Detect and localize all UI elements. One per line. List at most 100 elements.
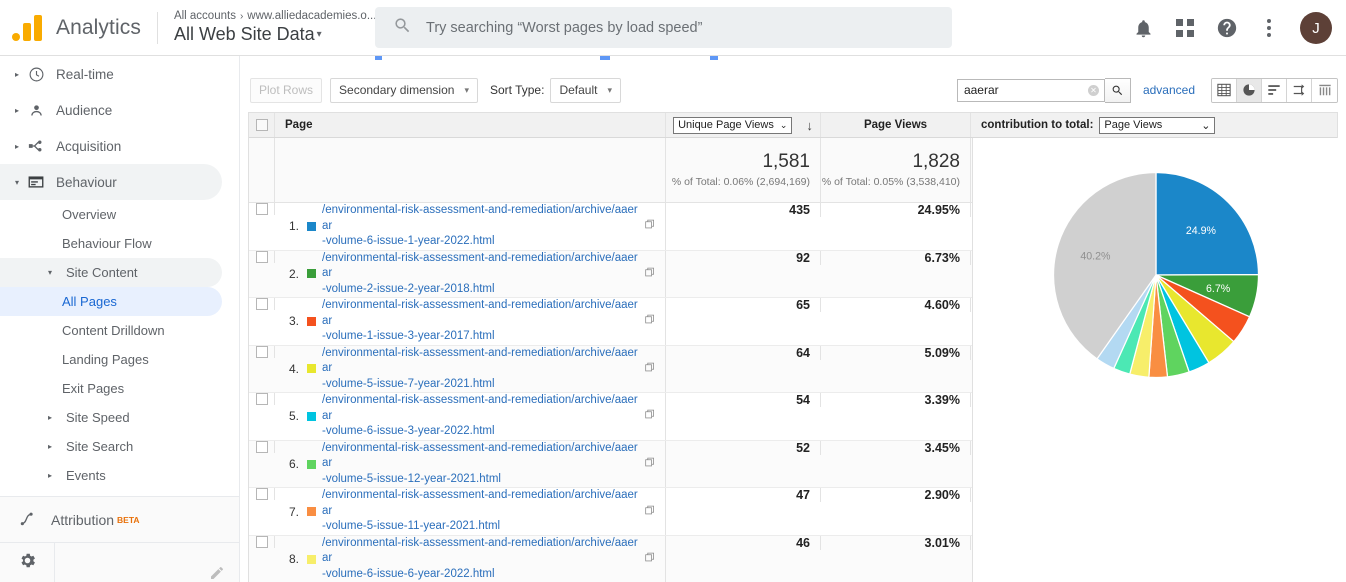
sidebar-item-attribution[interactable]: Attribution BETA <box>0 496 239 542</box>
sidebar-item-content-drilldown[interactable]: Content Drilldown <box>0 316 222 345</box>
row-page-link-wrap[interactable]: /environmental-risk-assessment-and-remed… <box>322 536 665 582</box>
global-search-box[interactable]: Try searching “Worst pages by load speed… <box>375 7 952 48</box>
row-page-link-wrap[interactable]: /environmental-risk-assessment-and-remed… <box>322 393 665 440</box>
analytics-logo-wrap[interactable]: Analytics <box>0 14 141 41</box>
breadcrumb-property[interactable]: www.alliedacademies.o... <box>247 10 376 22</box>
select-all-checkbox[interactable] <box>255 119 268 131</box>
help-question-icon[interactable] <box>1208 9 1246 47</box>
row-page-url[interactable]: /environmental-risk-assessment-and-remed… <box>322 251 641 298</box>
sidebar-item-behaviour[interactable]: ▾ Behaviour <box>0 164 222 200</box>
pie-chart[interactable]: 24.9% 6.7% 40.2% <box>973 150 1339 400</box>
secondary-dimension-button[interactable]: Secondary dimension ▾ <box>330 77 478 103</box>
chevron-down-icon: ▾ <box>607 84 613 95</box>
sidebar-item-acquisition[interactable]: ▸ Acquisition <box>0 128 222 164</box>
pivot-view-icon[interactable] <box>1312 78 1337 102</box>
row-select-cell[interactable] <box>249 535 275 548</box>
edit-pencil-icon[interactable] <box>209 565 225 582</box>
sidebar-item-events[interactable]: ▸ Events <box>0 461 222 490</box>
column-header-page-views[interactable]: Page Views <box>821 113 971 137</box>
row-color-swatch <box>307 554 316 564</box>
row-checkbox[interactable] <box>255 535 268 548</box>
metric-select[interactable]: Unique Page Views ⌄ <box>673 116 793 134</box>
open-page-external-icon[interactable] <box>645 550 657 568</box>
sidebar-item-all-pages[interactable]: All Pages <box>0 287 222 316</box>
row-page-url-line2: -volume-1-issue-3-year-2017.html <box>322 330 495 343</box>
sidebar-item-real-time[interactable]: ▸ Real-time <box>0 56 222 92</box>
row-select-cell[interactable] <box>249 393 275 406</box>
admin-gear-icon[interactable] <box>18 551 37 575</box>
select-all-cell[interactable] <box>249 113 275 137</box>
plot-rows-button[interactable]: Plot Rows <box>250 77 323 103</box>
row-page-cell: 6. /environmental-risk-assessment-and-rem… <box>275 440 666 488</box>
open-page-external-icon[interactable] <box>645 455 657 473</box>
row-select-cell[interactable] <box>249 298 275 311</box>
row-page-link-wrap[interactable]: /environmental-risk-assessment-and-remed… <box>322 251 665 298</box>
table-view-icon[interactable] <box>1212 78 1237 102</box>
row-select-cell[interactable] <box>249 440 275 453</box>
sort-type-select[interactable]: Default ▾ <box>550 77 622 103</box>
row-page-link-wrap[interactable]: /environmental-risk-assessment-and-remed… <box>322 441 665 488</box>
pie-chart-panel: 24.9% 6.7% 40.2% <box>972 138 1338 582</box>
sidebar-item-behaviour-flow[interactable]: Behaviour Flow <box>0 229 222 258</box>
row-page-url[interactable]: /environmental-risk-assessment-and-remed… <box>322 441 641 488</box>
row-select-cell[interactable] <box>249 488 275 501</box>
sidebar-item-audience[interactable]: ▸ Audience <box>0 92 222 128</box>
row-checkbox[interactable] <box>255 298 268 311</box>
row-page-url[interactable]: /environmental-risk-assessment-and-remed… <box>322 536 641 582</box>
row-select-cell[interactable] <box>249 345 275 358</box>
apps-grid-icon[interactable] <box>1166 9 1204 47</box>
row-page-url[interactable]: /environmental-risk-assessment-and-remed… <box>322 488 641 535</box>
row-checkbox[interactable] <box>255 393 268 406</box>
more-vertical-kebab-icon[interactable] <box>1250 9 1288 47</box>
notifications-bell-icon[interactable] <box>1124 9 1162 47</box>
sidebar-item-exit-pages[interactable]: Exit Pages <box>0 374 222 403</box>
open-page-external-icon[interactable] <box>645 503 657 521</box>
sidebar-item-landing-pages[interactable]: Landing Pages <box>0 345 222 374</box>
pie-chart-view-icon[interactable] <box>1237 78 1262 102</box>
row-page-link-wrap[interactable]: /environmental-risk-assessment-and-remed… <box>322 298 665 345</box>
row-select-cell[interactable] <box>249 250 275 263</box>
row-page-url-line2: -volume-6-issue-3-year-2022.html <box>322 425 495 438</box>
breadcrumb[interactable]: All accounts › www.alliedacademies.o... <box>174 10 376 23</box>
row-page-url[interactable]: /environmental-risk-assessment-and-remed… <box>322 203 641 250</box>
advanced-filter-link[interactable]: advanced <box>1143 83 1195 97</box>
sidebar-item-site-speed[interactable]: ▸ Site Speed <box>0 403 222 432</box>
totals-page-cell <box>275 138 666 202</box>
row-select-cell[interactable] <box>249 203 275 215</box>
row-page-link-wrap[interactable]: /environmental-risk-assessment-and-remed… <box>322 346 665 393</box>
row-page-url[interactable]: /environmental-risk-assessment-and-remed… <box>322 393 641 440</box>
performance-view-icon[interactable] <box>1262 78 1287 102</box>
contribution-metric-select[interactable]: Page Views ⌄ <box>1099 116 1216 134</box>
open-page-external-icon[interactable] <box>645 265 657 283</box>
row-page-link-wrap[interactable]: /environmental-risk-assessment-and-remed… <box>322 203 665 250</box>
row-page-link-wrap[interactable]: /environmental-risk-assessment-and-remed… <box>322 488 665 535</box>
row-page-cell: 1. /environmental-risk-assessment-and-rem… <box>275 203 666 250</box>
open-page-external-icon[interactable] <box>645 312 657 330</box>
open-page-external-icon[interactable] <box>645 217 657 235</box>
open-page-external-icon[interactable] <box>645 360 657 378</box>
avatar[interactable]: J <box>1300 12 1332 44</box>
breadcrumb-all-accounts[interactable]: All accounts <box>174 10 236 22</box>
sidebar-item-site-search[interactable]: ▸ Site Search <box>0 432 222 461</box>
account-selector[interactable]: All accounts › www.alliedacademies.o... Al… <box>174 10 376 45</box>
column-header-page[interactable]: Page <box>275 113 666 137</box>
sort-descending-icon[interactable]: ↓ <box>806 118 813 133</box>
comparison-view-icon[interactable] <box>1287 78 1312 102</box>
row-page-url[interactable]: /environmental-risk-assessment-and-remed… <box>322 298 641 345</box>
row-page-url[interactable]: /environmental-risk-assessment-and-remed… <box>322 346 641 393</box>
table-search-submit-button[interactable] <box>1104 77 1131 103</box>
row-checkbox[interactable] <box>255 345 268 358</box>
open-page-external-icon[interactable] <box>645 407 657 425</box>
row-checkbox[interactable] <box>255 488 268 501</box>
row-checkbox[interactable] <box>255 250 268 263</box>
clear-search-icon[interactable]: ✕ <box>1087 84 1099 96</box>
row-checkbox[interactable] <box>255 203 268 215</box>
sidebar-item-overview[interactable]: Overview <box>0 200 222 229</box>
column-header-unique-page-views[interactable]: Unique Page Views ⌄ ↓ <box>666 113 821 137</box>
table-search-input[interactable]: aaerar ✕ <box>956 78 1105 102</box>
pie-chart-svg[interactable]: 24.9% 6.7% 40.2% <box>1031 150 1281 400</box>
view-title[interactable]: All Web Site Data ▾ <box>174 24 376 45</box>
row-checkbox[interactable] <box>255 440 268 453</box>
row-page-cell: 7. /environmental-risk-assessment-and-rem… <box>275 488 666 535</box>
sidebar-item-site-content[interactable]: ▾ Site Content <box>0 258 222 287</box>
